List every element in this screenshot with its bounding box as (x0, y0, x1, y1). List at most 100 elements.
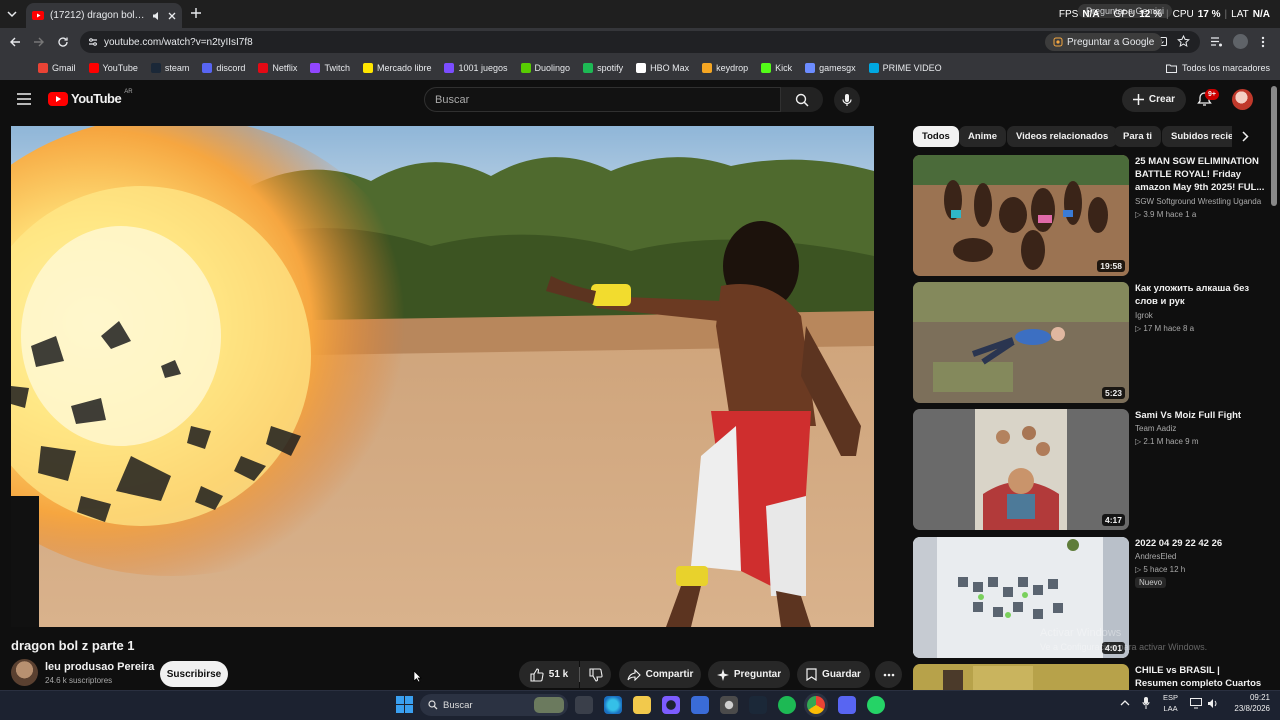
bookmark-discord[interactable]: discord (202, 63, 245, 73)
steam-icon[interactable] (749, 696, 767, 714)
channel-avatar[interactable] (11, 659, 38, 686)
tab-list-chevron-icon[interactable] (6, 8, 18, 20)
bookmark-mercado-libre[interactable]: Mercado libre (362, 63, 431, 73)
chevron-right-icon (1241, 131, 1249, 142)
ask-google-button[interactable]: Preguntar a Google (1045, 33, 1163, 51)
bookmark-1001-juegos[interactable]: 1001 juegos (444, 63, 508, 73)
speaker-icon[interactable] (152, 11, 162, 21)
voice-search-button[interactable] (834, 87, 860, 113)
search-icon (428, 700, 438, 710)
bookmark-gmail[interactable]: Gmail (38, 63, 76, 73)
windows-start-icon[interactable] (396, 696, 413, 713)
store-icon[interactable] (691, 696, 709, 714)
task-view-icon[interactable] (575, 696, 593, 714)
more-actions-button[interactable] (875, 661, 902, 688)
file-explorer-icon[interactable] (633, 696, 651, 714)
chip-recently-uploaded[interactable]: Subidos recie (1162, 126, 1232, 147)
subscriber-count: 24.6 k suscriptores (45, 676, 113, 685)
rec-channel-1[interactable]: SGW Softground Wrestling Uganda (1135, 197, 1261, 206)
spotify-icon[interactable] (778, 696, 796, 714)
rec-thumbnail-5[interactable] (913, 664, 1129, 690)
address-bar[interactable]: youtube.com/watch?v=n2tyIIsI7f8 (80, 31, 1200, 53)
bookmark-label: Netflix (272, 63, 298, 73)
chip-related-videos[interactable]: Videos relacionados (1007, 126, 1118, 147)
rec-title-4[interactable]: 2022 04 29 22 42 26 (1135, 537, 1265, 550)
bookmark-label: 1001 juegos (458, 63, 508, 73)
forward-arrow-icon[interactable] (33, 36, 45, 48)
dislike-button[interactable] (580, 661, 611, 688)
volume-icon[interactable] (1207, 698, 1219, 709)
back-arrow-icon[interactable] (9, 36, 21, 48)
video-player[interactable] (11, 126, 874, 627)
bookmark-duolingo[interactable]: Duolingo (520, 63, 570, 73)
lat-label: LAT (1231, 8, 1249, 20)
channel-name[interactable]: leu produsao Pereira (45, 661, 154, 673)
bookmark-label: gamesgx (819, 63, 856, 73)
bookmark-kick[interactable]: Kick (761, 63, 792, 73)
discord-icon[interactable] (838, 696, 856, 714)
github-icon[interactable] (720, 696, 738, 714)
tray-chevron-up-icon[interactable] (1120, 699, 1130, 706)
bookmark-keydrop[interactable]: keydrop (702, 63, 748, 73)
input-language[interactable]: ESP LAA (1163, 692, 1178, 714)
chrome-icon[interactable] (807, 696, 825, 714)
chip-todos[interactable]: Todos (913, 126, 959, 147)
edge-browser-icon[interactable] (604, 696, 622, 714)
rec-meta-text-4: 5 hace 12 h (1143, 565, 1186, 574)
media-controls-icon[interactable] (1210, 35, 1223, 48)
tab-title: (17212) dragon bol z parte (50, 10, 146, 21)
ask-button[interactable]: Preguntar (708, 661, 790, 688)
rec-thumbnail-3[interactable]: 4:17 (913, 409, 1129, 530)
football-thumbnail-image (913, 664, 1129, 690)
subscribe-button[interactable]: Suscribirse (160, 661, 228, 687)
browser-tab-youtube[interactable]: (17212) dragon bol z parte (26, 3, 182, 28)
chips-next-button[interactable] (1232, 126, 1258, 147)
bookmark-youtube[interactable]: YouTube (88, 63, 138, 73)
rec-thumbnail-1[interactable]: 19:58 (913, 155, 1129, 276)
bookmark-hbo-max[interactable]: HBO Max (636, 63, 689, 73)
youtube-logo[interactable]: YouTube AR (48, 89, 133, 106)
all-bookmarks-label: Todos los marcadores (1181, 63, 1270, 73)
chip-anime[interactable]: Anime (959, 126, 1007, 147)
tab-close-icon[interactable] (168, 12, 176, 20)
tray-microphone-icon[interactable] (1142, 697, 1150, 709)
site-info-icon[interactable] (88, 37, 98, 47)
taskbar-search-box[interactable]: Buscar (420, 694, 568, 716)
rec-thumbnail-2[interactable]: 5:23 (913, 282, 1129, 403)
bookmark-prime-video[interactable]: PRIME VIDEO (868, 63, 942, 73)
bookmark-steam[interactable]: steam (150, 63, 189, 73)
save-label: Guardar (822, 669, 861, 680)
rec-title-2[interactable]: Как уложить алкаша без слов и рук (1135, 282, 1265, 308)
rec-title-5[interactable]: CHILE vs BRASIL | Resumen completo Cuart… (1135, 664, 1265, 690)
system-clock[interactable]: 09:21 23/8/2026 (1234, 692, 1270, 714)
chip-for-you[interactable]: Para ti (1114, 126, 1162, 147)
share-button[interactable]: Compartir (619, 661, 701, 688)
cortana-icon[interactable] (662, 696, 680, 714)
whatsapp-icon[interactable] (867, 696, 885, 714)
bookmark-spotify[interactable]: spotify (583, 63, 623, 73)
search-button[interactable] (781, 87, 823, 112)
hamburger-menu-icon[interactable] (17, 93, 31, 105)
bookmark-gamesgx[interactable]: gamesgx (805, 63, 856, 73)
duration-badge: 4:17 (1101, 514, 1125, 526)
account-avatar[interactable] (1232, 89, 1253, 110)
bookmark-twitch[interactable]: Twitch (310, 63, 350, 73)
bookmark-netflix[interactable]: Netflix (258, 63, 297, 73)
profile-avatar[interactable] (1233, 34, 1248, 49)
rec-channel-4[interactable]: AndresEled (1135, 552, 1176, 561)
rec-channel-2[interactable]: Igrok (1135, 311, 1153, 320)
reload-icon[interactable] (57, 36, 69, 48)
rec-channel-3[interactable]: Team Aadiz (1135, 424, 1176, 433)
browser-menu-icon[interactable] (1261, 36, 1265, 48)
all-bookmarks-folder[interactable]: Todos los marcadores (1165, 56, 1270, 80)
rec-title-1[interactable]: 25 MAN SGW ELIMINATION BATTLE ROYAL! Fri… (1135, 155, 1265, 194)
new-tab-icon[interactable] (190, 7, 202, 19)
bookmark-star-icon[interactable] (1177, 35, 1190, 48)
create-button[interactable]: Crear (1122, 87, 1186, 112)
network-icon[interactable] (1190, 698, 1202, 709)
like-button[interactable]: 51 k (519, 661, 579, 688)
page-scrollbar[interactable] (1271, 86, 1277, 206)
rec-title-3[interactable]: Sami Vs Moiz Full Fight (1135, 409, 1265, 422)
save-button[interactable]: Guardar (797, 661, 870, 688)
search-input[interactable]: Buscar (424, 87, 781, 112)
